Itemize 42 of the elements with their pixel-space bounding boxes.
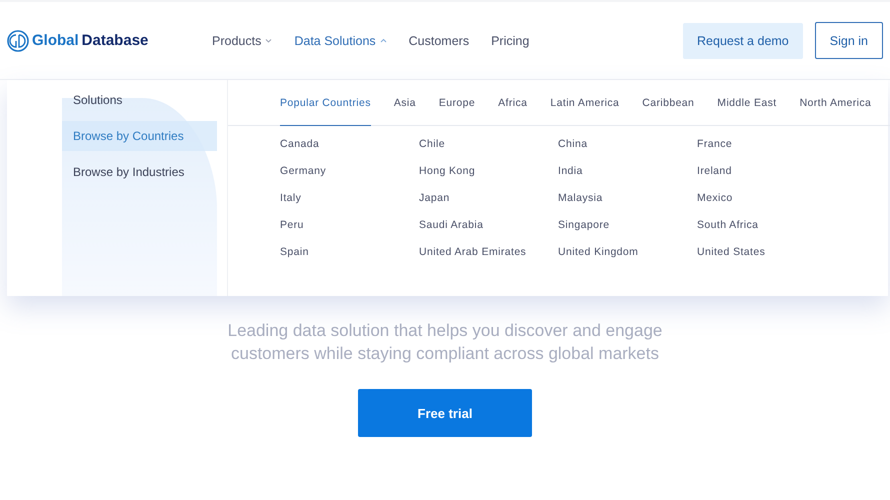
country-link[interactable]: Germany [280, 163, 326, 179]
region-tab[interactable]: Asia [394, 80, 416, 126]
country-link[interactable]: Canada [280, 136, 320, 152]
menu-heading: Solutions [72, 92, 124, 109]
country-link[interactable]: Peru [280, 217, 304, 233]
logo-text: Database [82, 32, 148, 49]
demo-button[interactable]: Request a demo [683, 22, 803, 58]
nav-link[interactable]: Data Solutions [294, 34, 387, 48]
region-tab[interactable]: Caribbean [642, 80, 694, 126]
country-link[interactable]: Hong Kong [419, 163, 476, 179]
region-tab[interactable]: Middle East [717, 80, 777, 126]
menu-item[interactable]: Browse by Countries [62, 121, 217, 151]
country-link[interactable]: United Arab Emirates [419, 244, 526, 260]
country-link[interactable]: Italy [280, 190, 302, 206]
country-link[interactable]: United Kingdom [558, 244, 638, 260]
country-link[interactable]: Japan [419, 190, 450, 206]
nav-link[interactable]: Customers [408, 34, 470, 48]
country-link[interactable]: United States [697, 244, 766, 260]
region-tab[interactable]: Africa [498, 80, 528, 126]
sign-in-button[interactable]: Sign in [814, 22, 883, 59]
country-link[interactable]: Saudi Arabia [419, 217, 484, 233]
country-link[interactable]: China [558, 136, 588, 152]
country-link[interactable]: Malaysia [558, 190, 603, 206]
country-link[interactable]: Mexico [697, 190, 733, 206]
country-link[interactable]: Chile [419, 136, 445, 152]
hero-subtitle: Leading data solution that helps you discover and engage customers while staying compliant across global markets [226, 320, 664, 365]
country-link[interactable]: Singapore [558, 217, 610, 233]
menu-item[interactable]: Browse by Industries [62, 157, 217, 187]
country-link[interactable]: France [697, 136, 732, 152]
nav-link[interactable]: Products [212, 34, 272, 48]
region-tab[interactable]: Latin America [550, 80, 620, 126]
country-link[interactable]: India [558, 163, 583, 179]
country-link[interactable]: South Africa [697, 217, 758, 233]
free-trial-button[interactable]: Free trial [358, 389, 532, 437]
region-tab[interactable]: Popular Countries [280, 80, 371, 126]
nav-link[interactable]: Pricing [491, 34, 530, 48]
country-link[interactable]: Ireland [697, 163, 732, 179]
logo-icon [7, 30, 29, 52]
country-link[interactable]: Spain [280, 244, 309, 260]
region-tab[interactable]: North America [800, 80, 872, 126]
logo-text: Global [32, 32, 79, 49]
region-tab[interactable]: Europe [438, 80, 476, 126]
